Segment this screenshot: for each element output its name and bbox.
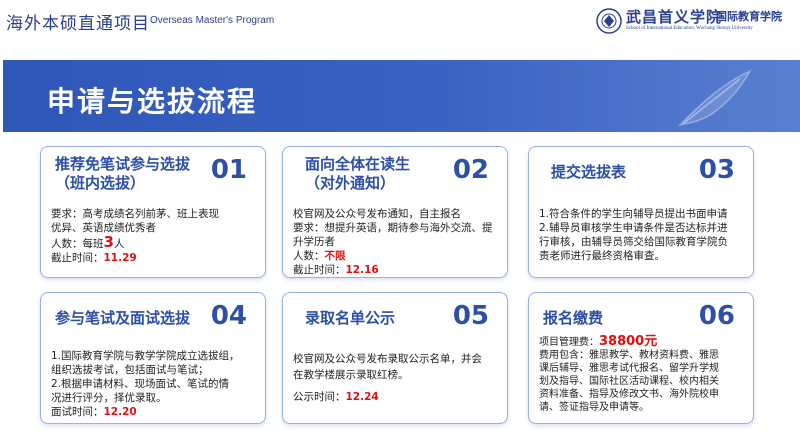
step-card-04: 参与笔试及面试选拔 04 1.国际教育学院与教学学院成立选拔组， 组织选拔考试，… xyxy=(40,292,266,424)
university-logo: 武昌首义学院 国际教育学院 School of International Ed… xyxy=(596,5,796,37)
top-header: 海外本硕直通项目 Overseas Master's Program 武昌首义学… xyxy=(0,0,800,44)
card-body: 1.符合条件的学生向辅导员提出书面申请 2.辅导员审核学生申请条件是否达标并进 … xyxy=(539,208,728,262)
card-title: 参与笔试及面试选拔 xyxy=(55,309,191,327)
deadline-line: 截止时间：12.16 xyxy=(293,264,379,276)
deadline-line: 截止时间：11.29 xyxy=(51,252,137,264)
card-body: 项目管理费：38800元 费用包含：雅思教学、教材资料费、雅思 课后辅导、雅思考… xyxy=(539,335,747,414)
step-card-02: 面向全体在读生 （对外通知） 02 校官网及公众号发布通知，自主报名 要求：想提… xyxy=(282,146,508,278)
card-body: 校官网及公众号发布录取公示名单，并会 在教学楼展示录取红榜。 公示时间：12.2… xyxy=(293,351,501,405)
step-card-03: 提交选拔表 03 1.符合条件的学生向辅导员提出书面申请 2.辅导员审核学生申请… xyxy=(528,146,754,278)
logo-school-name: 国际教育学院 xyxy=(716,10,782,23)
step-card-01: 推荐免笔试参与选拔 （班内选拔） 01 要求：高考成绩名列前茅、班上表现 优异、… xyxy=(40,146,266,278)
step-number: 02 xyxy=(452,155,489,185)
logo-english-name: School of International Education, Wucha… xyxy=(626,26,753,31)
card-body: 要求：高考成绩名列前茅、班上表现 优异、英语成绩优秀者 人数：每班3人 截止时间… xyxy=(51,207,259,265)
announce-time-line: 公示时间：12.24 xyxy=(293,391,379,403)
step-number: 05 xyxy=(452,301,489,331)
count-line: 人数：不限 xyxy=(293,250,346,262)
step-number: 04 xyxy=(210,301,247,331)
step-number: 01 xyxy=(210,155,247,185)
count-line: 人数：每班3人 xyxy=(51,233,125,251)
step-card-06: 报名缴费 06 项目管理费：38800元 费用包含：雅思教学、教材资料费、雅思 … xyxy=(528,292,754,424)
feather-icon xyxy=(677,69,752,127)
card-title: 报名缴费 xyxy=(543,309,604,327)
step-number: 06 xyxy=(698,301,735,331)
card-title: 录取名单公示 xyxy=(305,309,396,327)
step-card-05: 录取名单公示 05 校官网及公众号发布录取公示名单，并会 在教学楼展示录取红榜。… xyxy=(282,292,508,424)
interview-time-line: 面试时间：12.20 xyxy=(51,406,137,418)
card-title: 推荐免笔试参与选拔 （班内选拔） xyxy=(55,155,191,192)
card-title: 面向全体在读生 （对外通知） xyxy=(305,155,411,192)
program-subtitle: Overseas Master's Program xyxy=(150,15,275,26)
step-number: 03 xyxy=(698,155,735,185)
logo-chinese-name: 武昌首义学院 xyxy=(626,8,723,26)
section-banner: 申请与选拔流程 xyxy=(3,60,800,132)
card-title: 提交选拔表 xyxy=(551,163,627,181)
program-title: 海外本硕直通项目 xyxy=(6,14,150,34)
card-body: 1.国际教育学院与教学学院成立选拔组， 组织选拔考试，包括面试与笔试； 2.根据… xyxy=(51,349,259,419)
university-emblem-icon xyxy=(596,8,622,34)
fee-line: 项目管理费：38800元 xyxy=(539,334,658,349)
card-body: 校官网及公众号发布通知，自主报名 要求：想提升英语，期待参与海外交流、提 升学历… xyxy=(293,207,501,277)
banner-title: 申请与选拔流程 xyxy=(47,85,258,118)
